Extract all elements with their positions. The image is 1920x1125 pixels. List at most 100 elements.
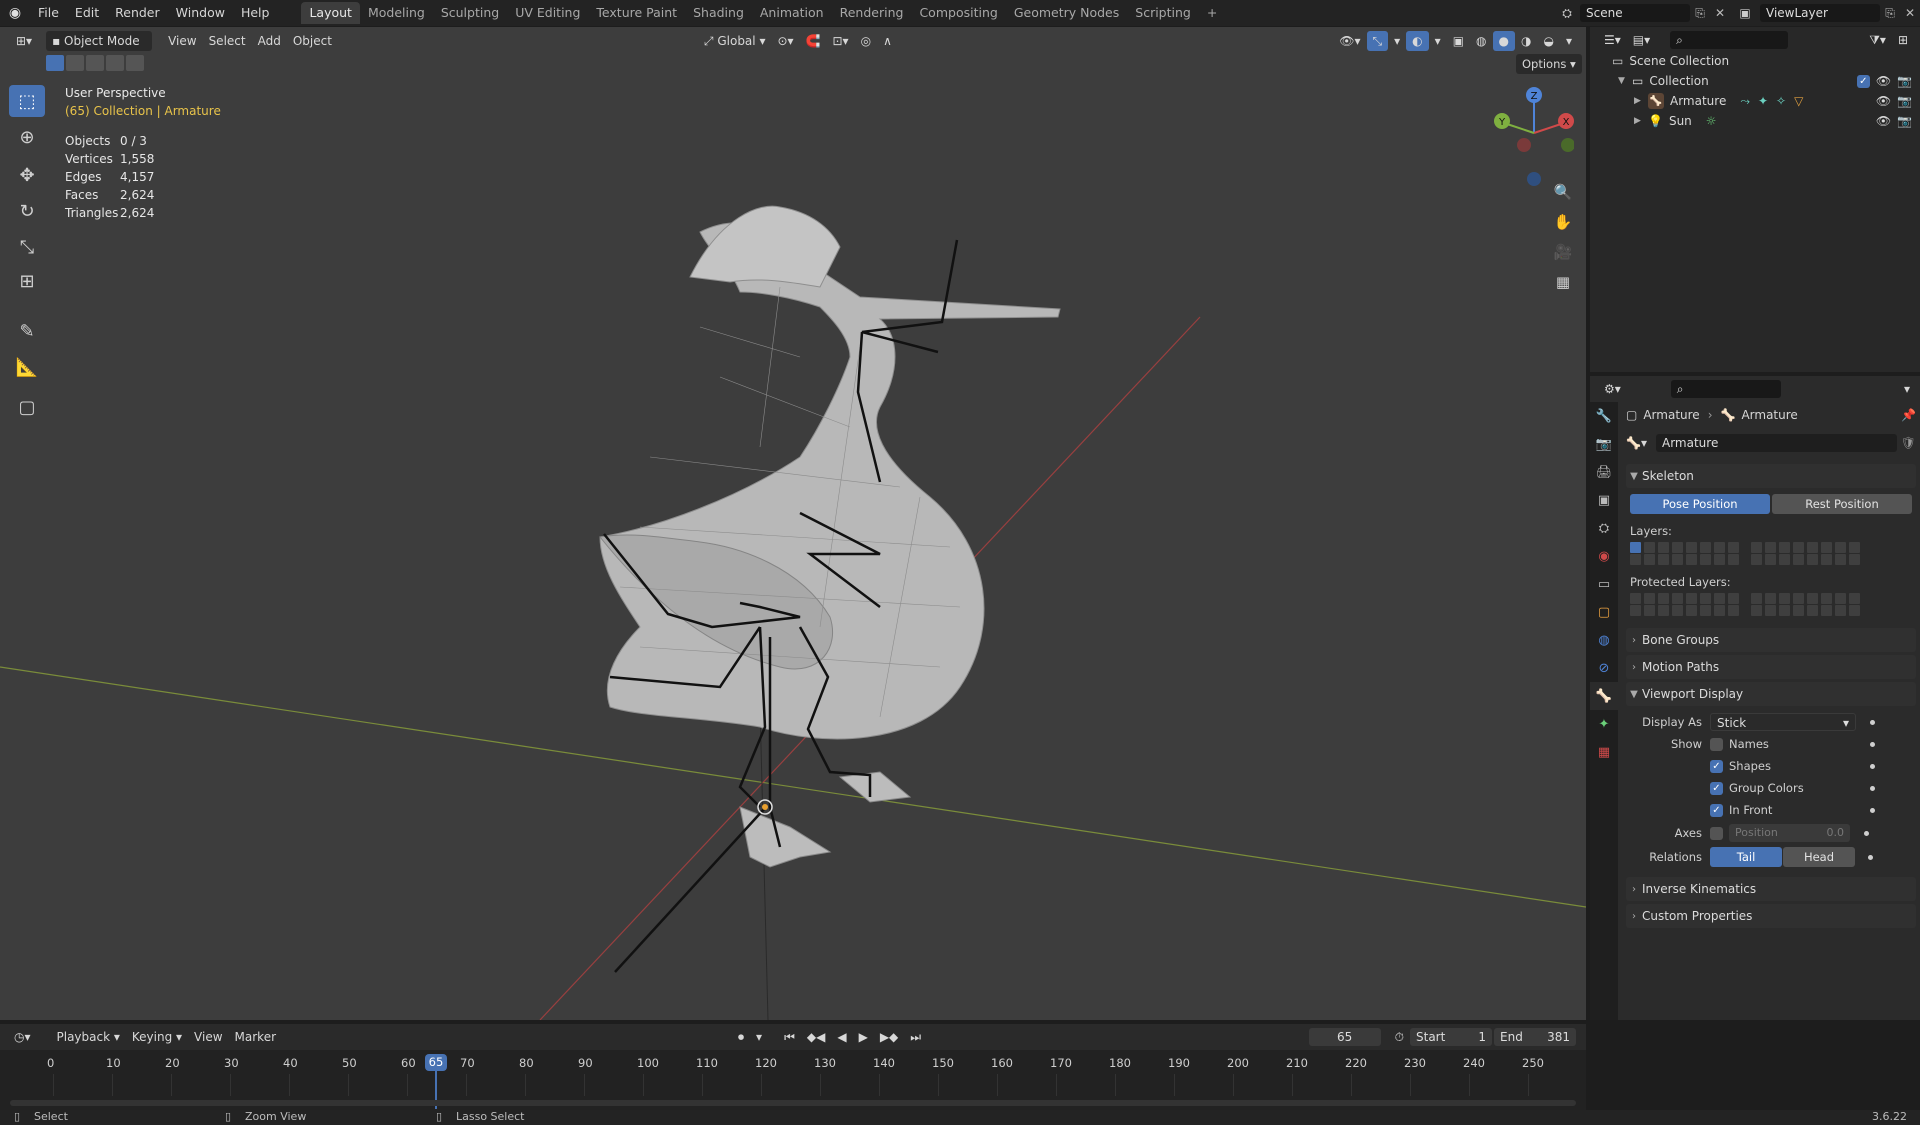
bone-tab-icon[interactable]: ✦ bbox=[1590, 710, 1618, 738]
expand-chevron-icon[interactable]: ▼ bbox=[1618, 76, 1632, 86]
cursor-tool-icon[interactable]: ⊕ bbox=[9, 121, 45, 153]
zoom-icon[interactable]: 🔍 bbox=[1550, 179, 1576, 205]
auto-keying-icon[interactable]: ⏺ bbox=[732, 1027, 750, 1047]
delete-view-layer-icon[interactable]: ✕ bbox=[1900, 6, 1920, 20]
measure-tool-icon[interactable]: 📐 bbox=[9, 351, 45, 383]
visibility-eye-icon[interactable]: 👁 bbox=[1876, 74, 1891, 88]
transform-orientation-select[interactable]: ⤢ Global ▾ bbox=[698, 31, 772, 51]
move-tool-icon[interactable]: ✥ bbox=[9, 159, 45, 191]
options-dropdown[interactable]: Options ▾ bbox=[1516, 54, 1582, 74]
select-intersect-icon[interactable] bbox=[126, 55, 144, 71]
gizmo-dropdown-icon[interactable]: ▾ bbox=[1388, 31, 1406, 51]
group-colors-checkbox[interactable]: ✓ bbox=[1710, 781, 1723, 795]
outliner-item-sun[interactable]: ▶ 💡 Sun ☼ 👁 📷 bbox=[1590, 111, 1920, 131]
timeline-editor-type-icon[interactable]: ◷▾ bbox=[8, 1027, 37, 1047]
scale-tool-icon[interactable]: ⤡ bbox=[9, 231, 45, 263]
xray-icon[interactable]: ▣ bbox=[1447, 31, 1470, 51]
view-layer-icon[interactable]: ▣ bbox=[1730, 6, 1760, 20]
tab-sculpting[interactable]: Sculpting bbox=[433, 2, 507, 24]
add-menu[interactable]: Add bbox=[252, 31, 287, 51]
pan-hand-icon[interactable]: ✋ bbox=[1550, 209, 1576, 235]
names-checkbox[interactable] bbox=[1710, 737, 1723, 751]
delete-scene-icon[interactable]: ✕ bbox=[1710, 6, 1730, 20]
collection-checkbox[interactable]: ✓ bbox=[1856, 74, 1870, 88]
menu-window[interactable]: Window bbox=[168, 0, 233, 26]
modifier-tab-icon[interactable]: ◍ bbox=[1590, 626, 1618, 654]
keying-set-icon[interactable]: ▾ bbox=[750, 1027, 768, 1047]
visibility-icon[interactable]: 👁▾ bbox=[1333, 31, 1366, 51]
overlays-dropdown-icon[interactable]: ▾ bbox=[1429, 31, 1447, 51]
keyframe-dot-icon[interactable] bbox=[1870, 719, 1875, 725]
keyframe-dot-icon[interactable] bbox=[1870, 741, 1875, 747]
timeline-view-menu[interactable]: View bbox=[188, 1027, 228, 1047]
select-menu[interactable]: Select bbox=[203, 31, 252, 51]
tab-texture-paint[interactable]: Texture Paint bbox=[588, 2, 685, 24]
scene-tab-icon[interactable]: ⛭ bbox=[1590, 514, 1618, 542]
tab-rendering[interactable]: Rendering bbox=[832, 2, 912, 24]
tab-modeling[interactable]: Modeling bbox=[360, 2, 433, 24]
display-as-select[interactable]: Stick ▾ bbox=[1710, 713, 1856, 731]
visibility-eye-icon[interactable]: 👁 bbox=[1876, 94, 1891, 108]
tab-geometry-nodes[interactable]: Geometry Nodes bbox=[1006, 2, 1127, 24]
shading-dropdown-icon[interactable]: ▾ bbox=[1560, 31, 1578, 51]
relations-tail-button[interactable]: Tail bbox=[1710, 847, 1782, 867]
add-cube-tool-icon[interactable]: ▢ bbox=[9, 391, 45, 423]
view-menu[interactable]: View bbox=[162, 31, 202, 51]
overlays-icon[interactable]: ◐ bbox=[1406, 31, 1429, 51]
new-view-layer-icon[interactable]: ⎘ bbox=[1880, 6, 1900, 21]
tab-scripting[interactable]: Scripting bbox=[1127, 2, 1199, 24]
expand-chevron-icon[interactable]: ▶ bbox=[1634, 96, 1648, 106]
new-collection-icon[interactable]: ⊞ bbox=[1892, 30, 1914, 50]
menu-file[interactable]: File bbox=[30, 0, 67, 26]
keyframe-dot-icon[interactable] bbox=[1868, 854, 1873, 860]
object-menu[interactable]: Object bbox=[287, 31, 338, 51]
display-mode-icon[interactable]: ▤▾ bbox=[1627, 30, 1656, 50]
blender-logo-icon[interactable]: ◉ bbox=[0, 5, 30, 21]
proportional-edit-icon[interactable]: ◎ bbox=[855, 31, 877, 51]
timeline-scrollbar[interactable] bbox=[10, 1100, 1576, 1106]
view-layer-field[interactable]: ViewLayer bbox=[1760, 4, 1880, 22]
gizmo-toggle-icon[interactable]: ⤡ bbox=[1366, 31, 1389, 51]
keying-menu[interactable]: Keying ▾ bbox=[126, 1027, 188, 1047]
axes-position-field[interactable]: Position 0.0 bbox=[1729, 824, 1850, 842]
preview-range-icon[interactable]: ⏱ bbox=[1389, 1027, 1410, 1047]
solid-shading-icon[interactable]: ● bbox=[1492, 31, 1515, 51]
object-tab-icon[interactable]: ▢ bbox=[1590, 598, 1618, 626]
render-camera-icon[interactable]: 📷 bbox=[1897, 114, 1912, 128]
visibility-eye-icon[interactable]: 👁 bbox=[1876, 114, 1891, 128]
properties-options-icon[interactable]: ▾ bbox=[1898, 379, 1916, 399]
new-scene-icon[interactable]: ⎘ bbox=[1690, 6, 1710, 21]
tab-layout[interactable]: Layout bbox=[301, 2, 360, 24]
editor-type-icon[interactable]: ⊞▾ bbox=[10, 31, 38, 51]
outliner-item-armature[interactable]: ▶ 🦴 Armature ⤳ ✦ ✧ ▽ 👁 📷 bbox=[1590, 91, 1920, 111]
select-subtract-icon[interactable] bbox=[86, 55, 104, 71]
falloff-icon[interactable]: ∧ bbox=[877, 31, 898, 51]
render-camera-icon[interactable]: 📷 bbox=[1897, 74, 1912, 88]
data-block-name-field[interactable]: Armature bbox=[1656, 434, 1897, 452]
select-invert-icon[interactable] bbox=[106, 55, 124, 71]
relations-head-button[interactable]: Head bbox=[1783, 847, 1855, 867]
properties-editor-type-icon[interactable]: ⚙▾ bbox=[1598, 379, 1627, 399]
keyframe-dot-icon[interactable] bbox=[1864, 830, 1869, 836]
texture-tab-icon[interactable]: ▦ bbox=[1590, 738, 1618, 766]
tab-shading[interactable]: Shading bbox=[685, 2, 752, 24]
tool-tab-icon[interactable]: 🔧 bbox=[1590, 402, 1618, 430]
add-workspace-button[interactable]: + bbox=[1199, 2, 1225, 24]
scene-collection-row[interactable]: ▭ Scene Collection bbox=[1590, 51, 1920, 71]
collection-row[interactable]: ▼ ▭ Collection ✓ 👁 📷 bbox=[1590, 71, 1920, 91]
rendered-shading-icon[interactable]: ◒ bbox=[1537, 31, 1559, 51]
collection-tab-icon[interactable]: ▭ bbox=[1590, 570, 1618, 598]
viewport-display-panel-header[interactable]: ▼ Viewport Display bbox=[1626, 682, 1916, 706]
menu-render[interactable]: Render bbox=[107, 0, 168, 26]
outliner-editor-type-icon[interactable]: ☰▾ bbox=[1598, 30, 1627, 50]
keyframe-dot-icon[interactable] bbox=[1870, 785, 1875, 791]
jump-start-icon[interactable]: ⏮ bbox=[778, 1027, 801, 1047]
rotate-tool-icon[interactable]: ↻ bbox=[9, 195, 45, 227]
protected-layers-grid[interactable] bbox=[1630, 593, 1916, 616]
scene-icon[interactable]: ⛭ bbox=[1554, 6, 1580, 21]
skeleton-panel-header[interactable]: ▼ Skeleton bbox=[1626, 464, 1916, 488]
mode-select[interactable]: ▪ Object Mode ▾ bbox=[46, 31, 153, 68]
frame-ruler[interactable]: 0 10 20 30 40 50 60 70 80 90 100 110 120 130 140 150 160… bbox=[0, 1050, 1586, 1110]
pivot-point-icon[interactable]: ⊙▾ bbox=[771, 31, 799, 51]
transform-tool-icon[interactable]: ⊞ bbox=[9, 265, 45, 297]
